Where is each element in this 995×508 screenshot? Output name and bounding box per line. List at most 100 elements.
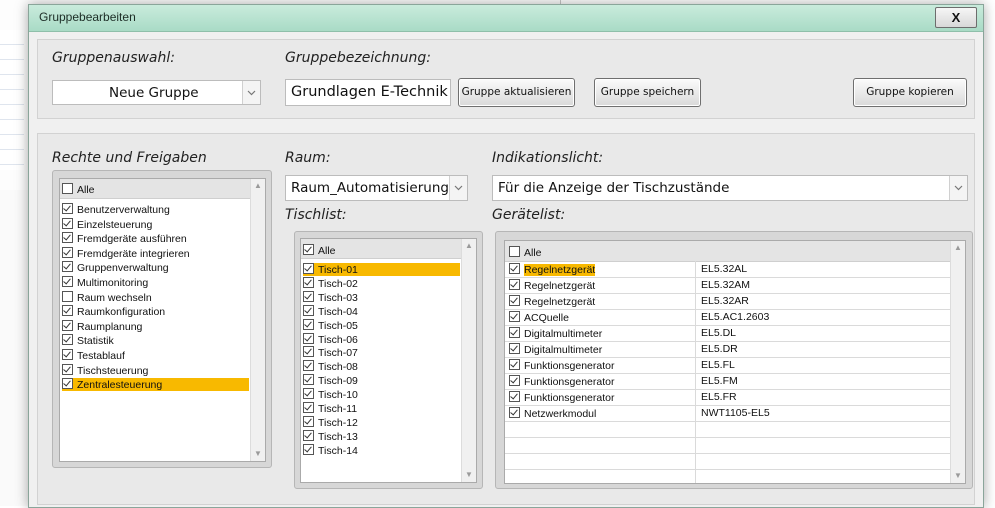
table-list-item[interactable]: Tisch-06	[303, 332, 460, 346]
checkbox-icon[interactable]	[509, 295, 520, 306]
group-selection-combo[interactable]: Neue Gruppe	[52, 80, 261, 105]
rights-list-item[interactable]: Gruppenverwaltung	[62, 261, 249, 274]
chevron-down-icon[interactable]	[449, 176, 467, 200]
checkbox-icon[interactable]	[62, 203, 73, 214]
checkbox-icon[interactable]	[509, 359, 520, 370]
table-list-item[interactable]: Tisch-13	[303, 429, 460, 443]
table-list-item[interactable]: Tisch-14	[303, 443, 460, 457]
rights-scrollbar[interactable]: ▲ ▼	[250, 179, 265, 461]
copy-group-button[interactable]: Gruppe kopieren	[853, 78, 967, 107]
rights-all-checkbox[interactable]: Alle	[62, 183, 95, 196]
rights-list-item[interactable]: Multimonitoring	[62, 276, 249, 289]
table-list-item[interactable]: Tisch-03	[303, 290, 460, 304]
checkbox-icon[interactable]	[509, 311, 520, 322]
checkbox-icon[interactable]	[62, 217, 73, 229]
rights-list-item[interactable]: Fremdgeräte integrieren	[62, 246, 249, 260]
update-group-button[interactable]: Gruppe aktualisieren	[458, 78, 575, 107]
device-row[interactable]: Digitalmultimeter EL5.DR	[509, 343, 949, 356]
rights-list-item[interactable]: Raum wechseln	[62, 290, 249, 304]
checkbox-icon[interactable]	[303, 346, 314, 358]
device-row[interactable]: Funktionsgenerator EL5.FM	[509, 375, 949, 388]
scroll-up-icon[interactable]: ▲	[951, 241, 965, 255]
checkbox-icon[interactable]	[303, 429, 314, 441]
device-row[interactable]: Regelnetzgerät EL5.32AL	[509, 263, 949, 276]
rights-list-item[interactable]: Benutzerverwaltung	[62, 203, 249, 216]
checkbox-icon[interactable]	[303, 276, 314, 288]
rights-list-item[interactable]: Fremdgeräte ausführen	[62, 232, 249, 245]
checkbox-icon[interactable]	[509, 391, 520, 402]
checkbox-icon[interactable]	[62, 319, 73, 331]
checkbox-icon[interactable]	[303, 388, 314, 400]
checkbox-icon[interactable]	[509, 327, 520, 338]
checkbox-icon[interactable]	[303, 374, 314, 386]
table-list-item[interactable]: Tisch-08	[303, 360, 460, 373]
device-row[interactable]: Funktionsgenerator EL5.FL	[509, 359, 949, 372]
checkbox-icon[interactable]	[303, 263, 314, 274]
scroll-down-icon[interactable]: ▼	[251, 447, 265, 461]
indicator-light-combo[interactable]: Für die Anzeige der Tischzustände	[492, 175, 968, 201]
close-button[interactable]: X	[935, 7, 977, 28]
device-table[interactable]: Alle Regelnetzgerät EL5.32AL Regelnetzgerä…	[504, 240, 966, 484]
checkbox-icon[interactable]	[62, 276, 73, 287]
rights-list-item[interactable]: Tischsteuerung	[62, 363, 249, 377]
scroll-down-icon[interactable]: ▼	[462, 468, 476, 482]
device-row[interactable]: Regelnetzgerät EL5.32AR	[509, 295, 949, 308]
table-list[interactable]: Alle Tisch-01 Tisch-02 Tisch-03 Tisch-04 Tis…	[300, 238, 477, 483]
table-list-item[interactable]: Tisch-05	[303, 318, 460, 332]
rights-list-item[interactable]: Statistik	[62, 334, 249, 347]
checkbox-icon[interactable]	[62, 349, 73, 360]
save-group-button[interactable]: Gruppe speichern	[594, 78, 701, 107]
device-row[interactable]: Netzwerkmodul NWT1105-EL5	[509, 407, 949, 420]
table-all-checkbox[interactable]: Alle	[303, 244, 336, 257]
checkbox-icon[interactable]	[509, 375, 520, 386]
checkbox-icon[interactable]	[303, 360, 314, 372]
checkbox-icon[interactable]	[509, 279, 520, 290]
group-name-input[interactable]: Grundlagen E-Technik	[285, 79, 451, 106]
table-list-item[interactable]: Tisch-11	[303, 402, 460, 415]
table-list-item[interactable]: Tisch-12	[303, 415, 460, 429]
table-list-item[interactable]: Tisch-02	[303, 276, 460, 290]
device-row[interactable]: ACQuelle EL5.AC1.2603	[509, 311, 949, 324]
device-scrollbar[interactable]: ▲ ▼	[950, 241, 965, 483]
device-row[interactable]: Regelnetzgerät EL5.32AM	[509, 279, 949, 292]
checkbox-icon[interactable]	[62, 378, 73, 390]
rights-list-item[interactable]: Testablauf	[62, 349, 249, 362]
checkbox-icon[interactable]	[62, 363, 73, 375]
rights-list[interactable]: Alle Benutzerverwaltung Einzelsteuerung Fr…	[59, 178, 266, 462]
checkbox-icon[interactable]	[303, 402, 314, 413]
checkbox-icon[interactable]	[303, 443, 314, 455]
rights-list-item[interactable]: Raumkonfiguration	[62, 305, 249, 318]
device-row[interactable]: Funktionsgenerator EL5.FR	[509, 391, 949, 404]
device-all-checkbox[interactable]: Alle	[509, 246, 542, 259]
scroll-up-icon[interactable]: ▲	[251, 179, 265, 193]
rights-list-item[interactable]: Zentralesteuerung	[62, 378, 249, 392]
checkbox-icon[interactable]	[62, 246, 73, 258]
table-list-item[interactable]: Tisch-10	[303, 388, 460, 401]
device-row[interactable]: Digitalmultimeter EL5.DL	[509, 327, 949, 340]
table-scrollbar[interactable]: ▲ ▼	[461, 239, 476, 482]
rights-list-item[interactable]: Einzelsteuerung	[62, 217, 249, 231]
scroll-down-icon[interactable]: ▼	[951, 469, 965, 483]
checkbox-icon[interactable]	[303, 318, 314, 330]
table-list-item[interactable]: Tisch-04	[303, 304, 460, 318]
checkbox-icon[interactable]	[303, 290, 314, 302]
checkbox-icon[interactable]	[303, 332, 314, 344]
checkbox-icon[interactable]	[62, 334, 73, 346]
checkbox-icon[interactable]	[509, 263, 520, 274]
chevron-down-icon[interactable]	[949, 176, 967, 200]
checkbox-icon[interactable]	[62, 261, 73, 273]
checkbox-icon[interactable]	[509, 343, 520, 354]
checkbox-icon[interactable]	[303, 304, 314, 316]
room-combo[interactable]: Raum_Automatisierungs	[285, 175, 468, 201]
checkbox-icon[interactable]	[62, 305, 73, 317]
table-list-item[interactable]: Tisch-01	[303, 263, 460, 276]
checkbox-icon[interactable]	[303, 415, 314, 427]
table-list-item[interactable]: Tisch-09	[303, 374, 460, 387]
chevron-down-icon[interactable]	[242, 81, 260, 104]
table-list-item[interactable]: Tisch-07	[303, 346, 460, 359]
checkbox-icon[interactable]	[62, 232, 73, 244]
checkbox-icon[interactable]	[62, 290, 73, 302]
scroll-up-icon[interactable]: ▲	[462, 239, 476, 253]
checkbox-icon[interactable]	[509, 407, 520, 418]
rights-list-item[interactable]: Raumplanung	[62, 319, 249, 333]
